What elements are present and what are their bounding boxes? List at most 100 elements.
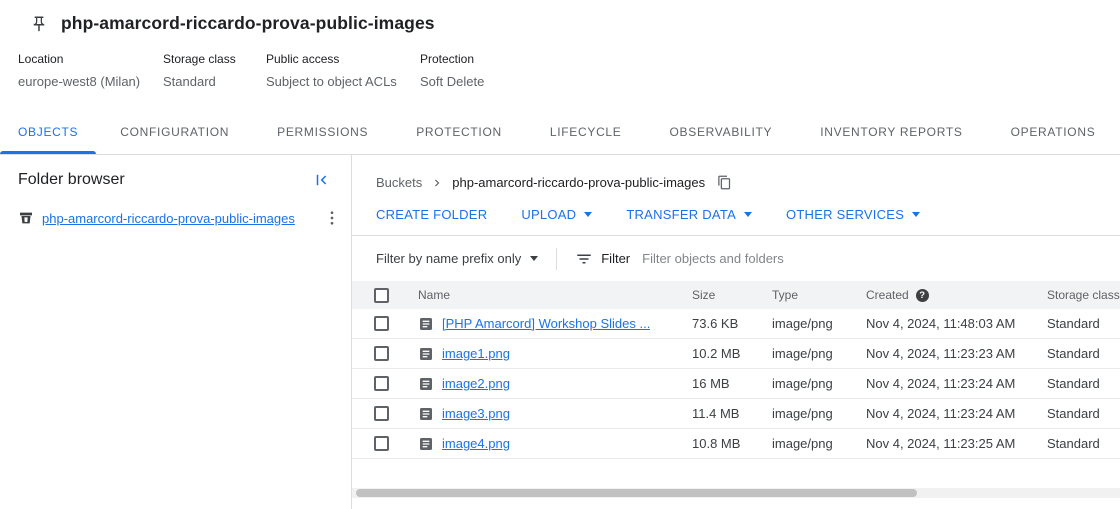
- created-header-label: Created: [866, 288, 909, 302]
- create-folder-button[interactable]: CREATE FOLDER: [376, 207, 487, 222]
- bucket-header: php-amarcord-riccardo-prova-public-image…: [0, 0, 1120, 34]
- folder-browser-header: Folder browser: [0, 155, 351, 201]
- help-icon[interactable]: ?: [916, 289, 929, 302]
- tab-observability[interactable]: OBSERVABILITY: [646, 109, 797, 154]
- bucket-icon: [18, 210, 34, 226]
- page-title: php-amarcord-riccardo-prova-public-image…: [61, 13, 435, 34]
- table-row: image2.png 16 MB image/png Nov 4, 2024, …: [352, 369, 1120, 399]
- breadcrumb-current: php-amarcord-riccardo-prova-public-image…: [452, 175, 705, 190]
- chevron-down-icon: [584, 212, 592, 217]
- object-size: 11.4 MB: [678, 406, 758, 421]
- file-icon: [418, 316, 434, 332]
- other-services-label: OTHER SERVICES: [786, 207, 904, 222]
- object-created: Nov 4, 2024, 11:23:24 AM: [852, 406, 1033, 421]
- meta-value: europe-west8 (Milan): [18, 74, 163, 89]
- row-checkbox-cell: [352, 436, 404, 451]
- object-type: image/png: [758, 316, 852, 331]
- row-checkbox-cell: [352, 406, 404, 421]
- tab-lifecycle[interactable]: LIFECYCLE: [526, 109, 646, 154]
- object-link[interactable]: image3.png: [442, 406, 510, 421]
- chevron-right-icon: [430, 176, 444, 190]
- tab-inventory-reports[interactable]: INVENTORY REPORTS: [796, 109, 986, 154]
- object-name-cell: image2.png: [404, 376, 678, 392]
- meta-label: Storage class: [163, 52, 266, 66]
- object-link[interactable]: [PHP Amarcord] Workshop Slides ...: [442, 316, 650, 331]
- folder-browser-title: Folder browser: [18, 171, 125, 189]
- object-link[interactable]: image4.png: [442, 436, 510, 451]
- column-header-type[interactable]: Type: [758, 288, 852, 302]
- objects-content: Buckets php-amarcord-riccardo-prova-publ…: [352, 155, 1120, 509]
- vertical-divider: [556, 248, 557, 270]
- filter-scope-dropdown[interactable]: Filter by name prefix only: [376, 251, 538, 266]
- table-row: image3.png 11.4 MB image/png Nov 4, 2024…: [352, 399, 1120, 429]
- object-link[interactable]: image2.png: [442, 376, 510, 391]
- bucket-tree-link[interactable]: php-amarcord-riccardo-prova-public-image…: [42, 211, 295, 226]
- filter-input[interactable]: [642, 251, 1108, 266]
- filter-scope-label: Filter by name prefix only: [376, 251, 521, 266]
- bucket-meta: Location europe-west8 (Milan) Storage cl…: [0, 34, 1120, 89]
- tab-permissions[interactable]: PERMISSIONS: [253, 109, 392, 154]
- other-services-button[interactable]: OTHER SERVICES: [786, 207, 920, 222]
- scrollbar-thumb[interactable]: [356, 489, 917, 497]
- object-created: Nov 4, 2024, 11:23:25 AM: [852, 436, 1033, 451]
- horizontal-scrollbar[interactable]: [352, 488, 1120, 498]
- table-body: [PHP Amarcord] Workshop Slides ... 73.6 …: [352, 309, 1120, 459]
- tab-operations[interactable]: OPERATIONS: [987, 109, 1120, 154]
- meta-label: Location: [18, 52, 163, 66]
- objects-table: Name Size Type Created ? Storage class […: [352, 281, 1120, 459]
- breadcrumb: Buckets php-amarcord-riccardo-prova-publ…: [352, 155, 1120, 190]
- breadcrumb-buckets-link[interactable]: Buckets: [376, 175, 422, 190]
- bucket-tree-item[interactable]: php-amarcord-riccardo-prova-public-image…: [0, 201, 351, 235]
- tab-bar: OBJECTS CONFIGURATION PERMISSIONS PROTEC…: [0, 109, 1120, 155]
- select-all-checkbox[interactable]: [374, 288, 389, 303]
- meta-value: Standard: [163, 74, 266, 89]
- folder-browser-panel: Folder browser php-amarcord-riccardo-pro…: [0, 155, 352, 509]
- main-area: Folder browser php-amarcord-riccardo-pro…: [0, 155, 1120, 509]
- file-icon: [418, 376, 434, 392]
- object-type: image/png: [758, 406, 852, 421]
- object-name-cell: image3.png: [404, 406, 678, 422]
- table-header-row: Name Size Type Created ? Storage class: [352, 281, 1120, 309]
- object-storage-class: Standard: [1033, 376, 1120, 391]
- create-folder-label: CREATE FOLDER: [376, 207, 487, 222]
- upload-button[interactable]: UPLOAD: [521, 207, 592, 222]
- table-row: image1.png 10.2 MB image/png Nov 4, 2024…: [352, 339, 1120, 369]
- more-options-icon[interactable]: [323, 209, 341, 227]
- collapse-panel-icon[interactable]: [313, 171, 331, 189]
- row-checkbox-cell: [352, 316, 404, 331]
- tab-protection[interactable]: PROTECTION: [392, 109, 526, 154]
- transfer-data-label: TRANSFER DATA: [626, 207, 736, 222]
- transfer-data-button[interactable]: TRANSFER DATA: [626, 207, 752, 222]
- pin-icon[interactable]: [30, 15, 48, 33]
- header-checkbox-cell: [352, 288, 404, 303]
- row-checkbox[interactable]: [374, 406, 389, 421]
- column-header-name[interactable]: Name: [404, 288, 678, 302]
- object-storage-class: Standard: [1033, 346, 1120, 361]
- row-checkbox[interactable]: [374, 376, 389, 391]
- row-checkbox[interactable]: [374, 316, 389, 331]
- filter-label: Filter: [601, 251, 630, 266]
- object-name-cell: image1.png: [404, 346, 678, 362]
- object-size: 73.6 KB: [678, 316, 758, 331]
- copy-icon[interactable]: [717, 175, 732, 190]
- object-created: Nov 4, 2024, 11:23:23 AM: [852, 346, 1033, 361]
- tab-objects[interactable]: OBJECTS: [0, 109, 96, 154]
- meta-public-access: Public access Subject to object ACLs: [266, 52, 420, 89]
- tab-configuration[interactable]: CONFIGURATION: [96, 109, 253, 154]
- table-row: [PHP Amarcord] Workshop Slides ... 73.6 …: [352, 309, 1120, 339]
- column-header-created[interactable]: Created ?: [852, 288, 1033, 302]
- meta-value: Soft Delete: [420, 74, 484, 89]
- object-size: 10.8 MB: [678, 436, 758, 451]
- object-storage-class: Standard: [1033, 316, 1120, 331]
- table-row: image4.png 10.8 MB image/png Nov 4, 2024…: [352, 429, 1120, 459]
- row-checkbox[interactable]: [374, 346, 389, 361]
- row-checkbox-cell: [352, 346, 404, 361]
- column-header-storage-class[interactable]: Storage class: [1033, 288, 1120, 302]
- object-created: Nov 4, 2024, 11:23:24 AM: [852, 376, 1033, 391]
- meta-label: Protection: [420, 52, 484, 66]
- column-header-size[interactable]: Size: [678, 288, 758, 302]
- chevron-down-icon: [744, 212, 752, 217]
- object-type: image/png: [758, 376, 852, 391]
- row-checkbox[interactable]: [374, 436, 389, 451]
- object-link[interactable]: image1.png: [442, 346, 510, 361]
